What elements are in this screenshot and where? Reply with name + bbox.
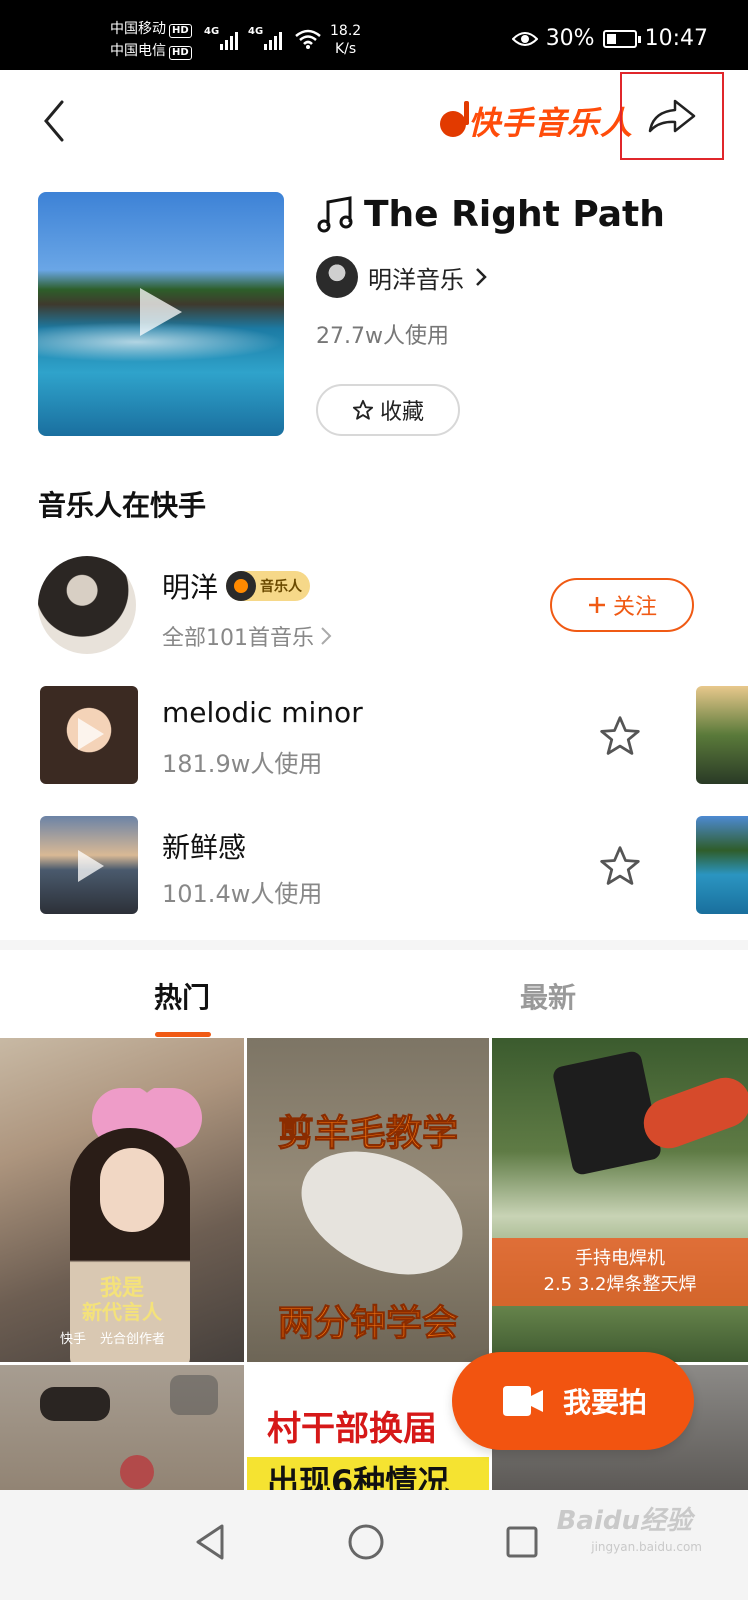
hd-badge: HD [169, 46, 192, 60]
carousel-peek[interactable] [696, 816, 748, 914]
tile-caption: 2.5 3.2焊条整天焊 [543, 1274, 697, 1295]
camera-icon [502, 1386, 543, 1416]
network-speed: 18.2 K/s [330, 23, 362, 57]
video-tile[interactable]: 我是 新代言人 快手 光合创作者 [0, 1038, 244, 1362]
musician-badge: 音乐人 [226, 571, 311, 601]
star-icon [600, 846, 640, 885]
share-arrow-icon [648, 99, 696, 133]
plus-icon [588, 597, 605, 613]
carousel-peek[interactable] [696, 686, 748, 784]
song-cover[interactable] [38, 192, 284, 436]
favorite-button[interactable] [598, 844, 642, 888]
wifi-icon [295, 29, 321, 49]
clock: 10:47 [644, 26, 708, 51]
hd-badge: HD [169, 24, 192, 38]
tile-caption: 手持电焊机 [575, 1248, 665, 1269]
play-icon [78, 718, 104, 750]
song-thumbnail [40, 686, 138, 784]
multi-image-icon [170, 1375, 218, 1415]
battery-percent: 30% [545, 26, 595, 51]
carrier-info: 中国移动 HD 中国电信 HD [110, 18, 192, 62]
collect-button[interactable]: 收藏 [316, 384, 460, 436]
signal-icon [264, 28, 282, 50]
musician-name-row[interactable]: 明洋 音乐人 [162, 566, 311, 606]
video-tile[interactable]: 剪羊毛教学 两分钟学会 [247, 1038, 489, 1362]
chevron-right-icon [321, 627, 332, 645]
nav-back-button[interactable] [180, 1512, 240, 1572]
nav-recents-button[interactable] [492, 1512, 552, 1572]
song-title: The Right Path [316, 194, 665, 235]
battery-icon [602, 29, 641, 48]
song-name: melodic minor [162, 696, 363, 729]
usage-count: 27.7w人使用 [316, 324, 449, 349]
video-tile[interactable] [0, 1365, 244, 1490]
tile-brand: 快手 光合创作者 [60, 1332, 166, 1347]
star-icon [600, 716, 640, 755]
active-tab-indicator [155, 1032, 211, 1037]
tab-latest[interactable]: 最新 [520, 976, 576, 1016]
song-usage: 181.9w人使用 [162, 750, 323, 778]
artist-name: 明洋音乐 [368, 265, 464, 294]
watermark: Baidu经验 [556, 1506, 692, 1536]
follow-button[interactable]: 关注 [550, 578, 694, 632]
music-note-icon [317, 195, 353, 232]
tile-caption: 新代言人 [82, 1300, 162, 1324]
square-recents-icon [506, 1526, 538, 1558]
musician-name: 明洋 [162, 571, 219, 604]
star-icon [352, 399, 374, 420]
carrier-1: 中国移动 [110, 21, 166, 37]
video-tile[interactable]: 手持电焊机 2.5 3.2焊条整天焊 [492, 1038, 748, 1362]
tile-caption: 两分钟学会 [277, 1303, 458, 1345]
avatar [316, 256, 358, 298]
play-icon [78, 850, 104, 882]
shoot-button[interactable]: 我要拍 [452, 1352, 694, 1450]
carrier-2: 中国电信 [110, 43, 166, 59]
section-title: 音乐人在快手 [38, 489, 207, 522]
music-logo-icon [226, 571, 257, 601]
share-button[interactable] [620, 72, 724, 160]
kuaishou-music-logo: 快手音乐人 [440, 98, 633, 144]
song-name: 新鲜感 [162, 831, 247, 864]
song-usage: 101.4w人使用 [162, 880, 323, 908]
artist-link[interactable]: 明洋音乐 [316, 256, 488, 298]
section-divider [0, 940, 748, 950]
tab-hot[interactable]: 热门 [154, 976, 210, 1016]
all-songs-link[interactable]: 全部101首音乐 [162, 620, 332, 652]
circle-home-icon [348, 1524, 384, 1560]
nav-home-button[interactable] [336, 1512, 396, 1572]
network-type-1: 4G [204, 26, 220, 37]
tile-caption: 出现6种情况 [247, 1457, 489, 1490]
status-right: 30% 10:47 [511, 26, 708, 51]
tile-caption: 剪羊毛教学 [277, 1113, 458, 1155]
back-button[interactable] [38, 98, 78, 144]
chevron-right-icon [476, 268, 487, 286]
eye-comfort-icon [511, 31, 538, 46]
musician-avatar[interactable] [38, 556, 136, 654]
list-item[interactable]: 新鲜感 101.4w人使用 [0, 816, 748, 916]
song-thumbnail [40, 816, 138, 914]
list-item[interactable]: melodic minor 181.9w人使用 [0, 686, 748, 786]
favorite-button[interactable] [598, 714, 642, 758]
signal-icon [220, 28, 238, 50]
network-type-2: 4G [248, 26, 264, 37]
chevron-left-icon [44, 100, 64, 142]
watermark-url: jingyan.baidu.com [591, 1540, 702, 1554]
status-bar: 中国移动 HD 中国电信 HD 4G 4G 18.2 K/s 30% 10:47 [0, 0, 748, 70]
video-tile[interactable]: 村干部换届 出现6种情况 [247, 1365, 489, 1490]
triangle-back-icon [196, 1524, 224, 1560]
play-icon [140, 288, 182, 336]
